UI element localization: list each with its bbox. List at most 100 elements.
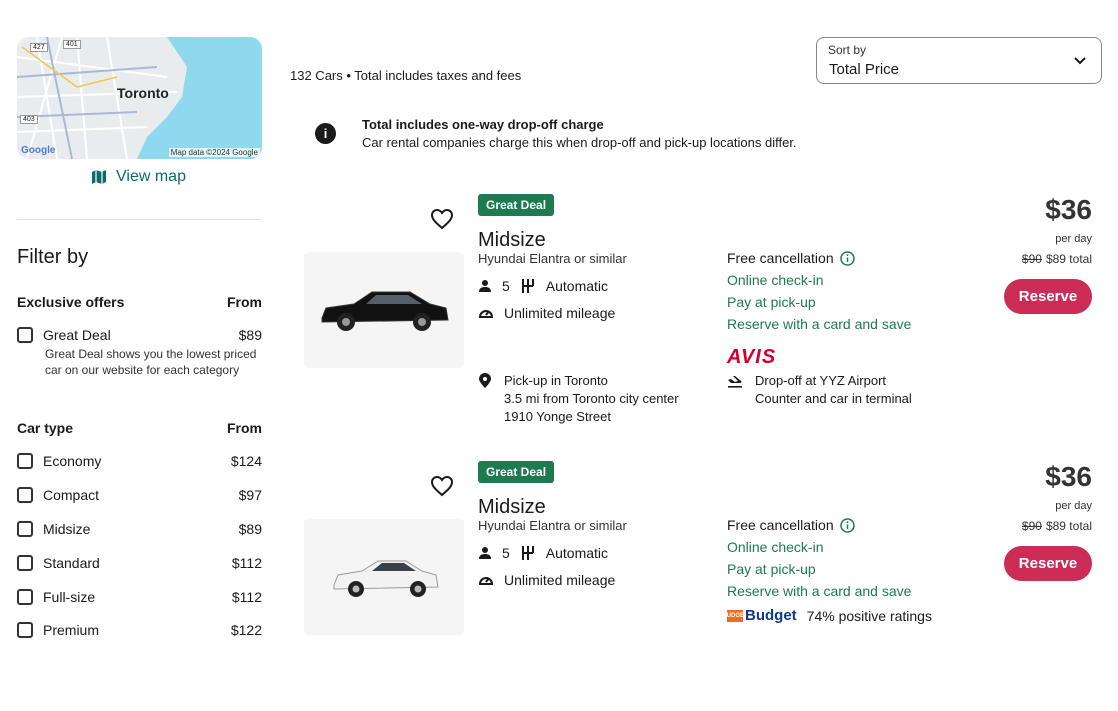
filter-label: Great Deal (43, 327, 111, 343)
free-cancellation: Free cancellation (727, 250, 855, 266)
car-card: Great Deal Midsize Hyundai Elantra or si… (300, 461, 1100, 711)
budget-wordmark: Budget (745, 607, 797, 624)
info-circle-icon[interactable] (839, 250, 855, 266)
plane-landing-icon (727, 374, 743, 408)
old-total: $90 (1021, 519, 1042, 533)
car-model: Hyundai Elantra or similar (478, 518, 627, 533)
checkbox[interactable] (17, 622, 33, 638)
map-preview[interactable]: Toronto 427 401 403 Google Map data ©202… (17, 37, 262, 159)
new-total: $89 total (1045, 252, 1092, 266)
feature-online-checkin: Online check-in (727, 272, 824, 288)
pickup-address: 1910 Yonge Street (504, 409, 611, 424)
checkbox[interactable] (17, 521, 33, 537)
from-label: From (227, 294, 262, 310)
seat-count: 5 (502, 545, 510, 561)
car-category: Midsize (478, 496, 546, 518)
great-deal-badge: Great Deal (478, 194, 555, 216)
road-shield: 401 (63, 40, 81, 49)
filter-label: Compact (43, 487, 100, 503)
car-image (304, 252, 464, 368)
section-heading: Exclusive offers (17, 294, 125, 310)
checkbox[interactable] (17, 487, 33, 503)
feature-pay-at-pickup: Pay at pick-up (727, 294, 816, 310)
filter-economy[interactable]: Economy $124 (17, 451, 262, 471)
checkbox[interactable] (17, 453, 33, 469)
view-map-link[interactable]: View map (91, 168, 186, 186)
filter-price: $97 (238, 487, 262, 503)
reserve-button[interactable]: Reserve (1004, 279, 1092, 314)
gear-shift-icon (520, 278, 536, 294)
pickup-title: Pick-up in Toronto (504, 373, 608, 388)
transmission: Automatic (545, 545, 609, 561)
filter-price: $89 (238, 327, 262, 343)
avis-logo: AVIS (727, 346, 777, 368)
map-icon (92, 170, 106, 184)
car-illustration (333, 560, 439, 597)
per-day-label: per day (1055, 233, 1092, 245)
info-icon: i (315, 123, 336, 144)
great-deal-description: Great Deal shows you the lowest priced c… (45, 347, 257, 377)
filter-price: $89 (238, 521, 262, 537)
vendor-row: BUDGET Budget 74% positive ratings (722, 607, 932, 624)
heart-icon[interactable] (430, 208, 454, 230)
filter-standard[interactable]: Standard $112 (17, 553, 262, 573)
filter-label: Midsize (43, 521, 91, 537)
filter-label: Economy (43, 453, 102, 469)
filter-label: Premium (43, 622, 100, 638)
car-image (304, 519, 464, 635)
notice-title: Total includes one-way drop-off charge (362, 117, 604, 132)
notice-body: Car rental companies charge this when dr… (362, 135, 797, 150)
sort-label: Sort by (828, 43, 867, 57)
feature-reserve-card: Reserve with a card and save (727, 583, 912, 599)
filter-midsize[interactable]: Midsize $89 (17, 519, 262, 539)
per-day-label: per day (1055, 500, 1092, 512)
checkbox[interactable] (17, 589, 33, 605)
car-type-header: Car type From (17, 420, 262, 436)
filter-label: Full-size (43, 589, 96, 605)
from-label: From (227, 420, 262, 436)
checkbox[interactable] (17, 327, 33, 343)
checkbox[interactable] (17, 555, 33, 571)
sort-value: Total Price (829, 61, 900, 78)
person-icon (478, 279, 492, 293)
daily-price: $36 (1045, 461, 1092, 492)
reserve-button[interactable]: Reserve (1004, 546, 1092, 581)
dropoff-detail: Counter and car in terminal (755, 391, 912, 406)
feature-online-checkin: Online check-in (727, 539, 824, 555)
filter-great-deal[interactable]: Great Deal $89 (17, 325, 262, 345)
heart-icon[interactable] (430, 475, 454, 497)
great-deal-badge: Great Deal (478, 461, 555, 483)
budget-logo-mark: BUDGET (722, 609, 748, 622)
filter-compact[interactable]: Compact $97 (17, 485, 262, 505)
filter-price: $124 (230, 453, 262, 469)
chevron-down-icon (1074, 57, 1086, 65)
section-heading: Car type (17, 420, 74, 436)
exclusive-offers-header: Exclusive offers From (17, 294, 262, 310)
car-specs: 5 Automatic (478, 278, 608, 294)
map-credit: Map data ©2024 Google (168, 148, 260, 157)
feature-pay-at-pickup: Pay at pick-up (727, 561, 816, 577)
speedometer-icon (478, 572, 494, 588)
cancellation-label: Free cancellation (727, 517, 834, 533)
google-logo: Google (21, 145, 56, 156)
location-pin-icon (478, 373, 492, 426)
filter-premium[interactable]: Premium $122 (17, 620, 262, 640)
cancellation-label: Free cancellation (727, 250, 834, 266)
seat-count: 5 (502, 278, 510, 294)
dropoff-location: Drop-off at YYZ Airport Counter and car … (727, 372, 912, 408)
road-shield: 427 (30, 43, 48, 52)
speedometer-icon (478, 305, 494, 321)
car-card: Great Deal Midsize Hyundai Elantra or si… (300, 194, 1100, 444)
gear-shift-icon (520, 545, 536, 561)
results-count: 132 Cars • Total includes taxes and fees (290, 68, 522, 83)
mileage-row: Unlimited mileage (478, 572, 615, 588)
old-total: $90 (1021, 252, 1042, 266)
info-circle-icon[interactable] (839, 517, 855, 533)
pickup-distance: 3.5 mi from Toronto city center (504, 391, 679, 406)
filter-full-size[interactable]: Full-size $112 (17, 587, 262, 607)
map-city-label: Toronto (117, 85, 169, 101)
dropoff-title: Drop-off at YYZ Airport (755, 373, 887, 388)
budget-logo: BUDGET Budget (722, 607, 797, 624)
sort-dropdown[interactable]: Sort by Total Price (816, 37, 1102, 84)
filter-price: $112 (231, 555, 262, 571)
